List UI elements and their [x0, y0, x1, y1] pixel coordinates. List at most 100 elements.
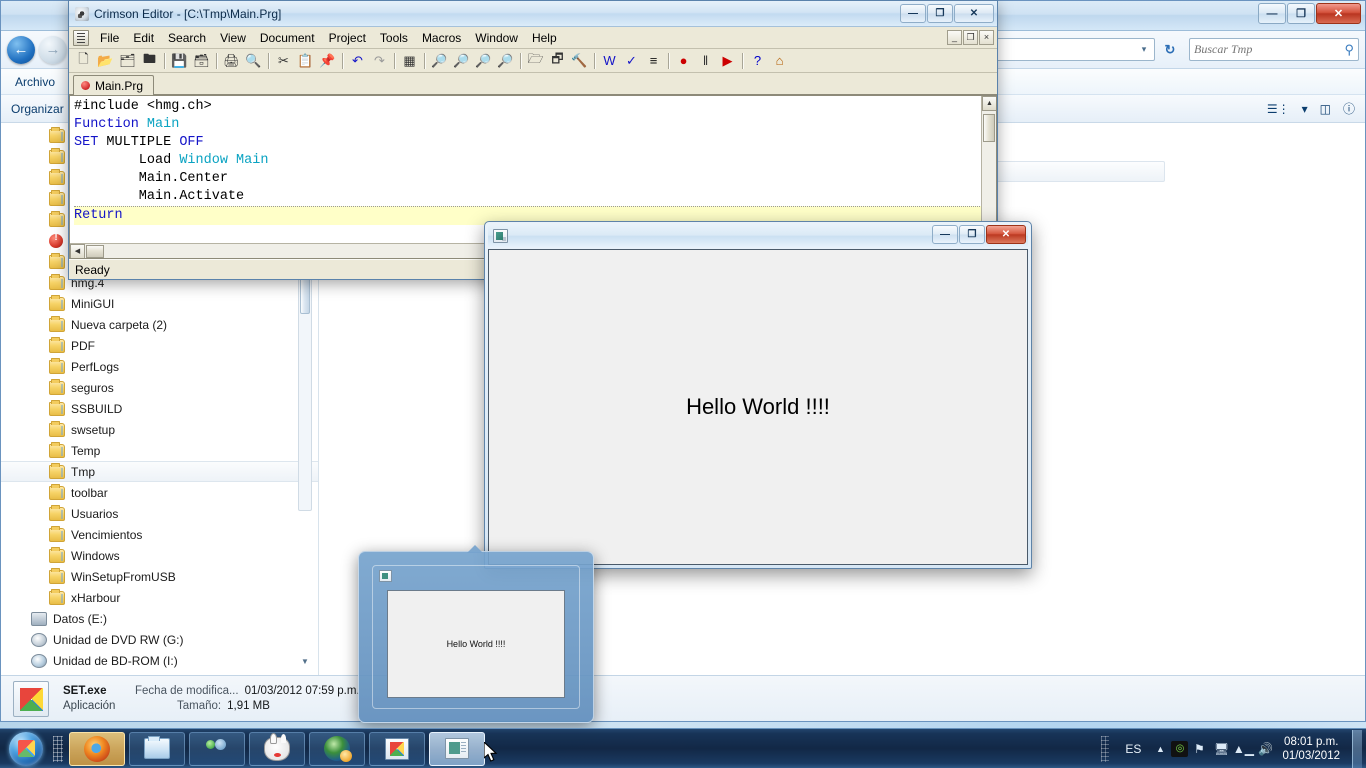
print-preview-icon[interactable]: 🔍	[243, 51, 264, 71]
taskbar-button-explorer[interactable]	[129, 731, 185, 766]
new-file-icon[interactable]: 🗋	[73, 51, 94, 71]
taskbar-grip[interactable]	[53, 735, 63, 762]
scroll-left-icon[interactable]: ◀	[70, 243, 85, 258]
crimson-close-button[interactable]: ✕	[954, 4, 994, 23]
scroll-up-icon[interactable]: ▲	[982, 96, 996, 111]
crimson-minimize-button[interactable]: —	[900, 4, 926, 23]
search-box[interactable]: ⚲	[1189, 38, 1359, 61]
taskbar-button-bunny[interactable]	[249, 731, 305, 766]
taskbar-button-messenger[interactable]	[189, 731, 245, 766]
taskbar-button-windows-app[interactable]	[369, 731, 425, 766]
hello-maximize-button[interactable]: ❐	[959, 225, 985, 244]
nav-item-seguros[interactable]: seguros	[1, 377, 318, 398]
nav-item-windows[interactable]: Windows	[1, 545, 318, 566]
project-copy-icon[interactable]: 🗗	[547, 51, 568, 71]
start-button[interactable]	[3, 730, 49, 768]
pause-macro-icon[interactable]: ‖	[695, 51, 716, 71]
clock[interactable]: 08:01 p.m. 01/03/2012	[1276, 735, 1350, 763]
taskbar-button-set-app[interactable]	[429, 731, 485, 766]
record-macro-icon[interactable]: ●	[673, 51, 694, 71]
nav-item-vencimientos[interactable]: Vencimientos	[1, 524, 318, 545]
hello-minimize-button[interactable]: —	[932, 225, 958, 244]
open-with-icon[interactable]: 🗂	[117, 51, 138, 71]
explorer-minimize-button[interactable]: —	[1258, 3, 1286, 24]
volume-icon[interactable]: 🔊	[1254, 738, 1276, 760]
taskbar-button-globe[interactable]	[309, 731, 365, 766]
nav-item-winsetupfromusb[interactable]: WinSetupFromUSB	[1, 566, 318, 587]
chevron-down-icon[interactable]: ▾	[1302, 102, 1308, 116]
find-prev-icon[interactable]: 🔎	[473, 51, 494, 71]
source-code[interactable]: #include <hmg.ch> Function Main SET MULTIP…	[70, 96, 996, 225]
crimson-menu-search[interactable]: Search	[161, 29, 213, 47]
explorer-close-button[interactable]: ✕	[1316, 3, 1361, 24]
close-file-icon[interactable]: 🖿	[139, 51, 160, 71]
crimson-menu-macros[interactable]: Macros	[415, 29, 468, 47]
taskbar-thumbnail-preview[interactable]: Hello World !!!!	[358, 545, 594, 723]
save-all-icon[interactable]: 🗃	[191, 51, 212, 71]
show-hidden-icons-icon[interactable]: ▲	[1149, 738, 1171, 760]
hello-close-button[interactable]: ✕	[986, 225, 1026, 244]
vscroll-thumb[interactable]	[983, 114, 995, 142]
menu-archivo[interactable]: Archivo	[15, 75, 55, 89]
crimson-maximize-button[interactable]: ❐	[927, 4, 953, 23]
nav-item-unidad-de-bd-rom-i[interactable]: Unidad de BD-ROM (I:)	[1, 650, 318, 671]
refresh-icon[interactable]: ↻	[1159, 42, 1181, 58]
crimson-menu-file[interactable]: File	[93, 29, 126, 47]
nav-item-toolbar[interactable]: toolbar	[1, 482, 318, 503]
undo-icon[interactable]: ↶	[347, 51, 368, 71]
nav-item-perflogs[interactable]: PerfLogs	[1, 356, 318, 377]
chevron-down-icon[interactable]: ▾	[1136, 44, 1152, 55]
crimson-menu-edit[interactable]: Edit	[126, 29, 161, 47]
nav-item-temp[interactable]: Temp	[1, 440, 318, 461]
mdi-minimize-button[interactable]: _	[947, 30, 962, 45]
play-macro-icon[interactable]: ▶	[717, 51, 738, 71]
open-folder-icon[interactable]: 📂	[95, 51, 116, 71]
replace-icon[interactable]: 🔎	[451, 51, 472, 71]
help-icon[interactable]: ?	[747, 51, 768, 71]
forward-icon[interactable]: →	[39, 35, 67, 64]
signal-icon[interactable]: ▲▁	[1232, 738, 1254, 760]
network-icon[interactable]: 🖥	[1210, 738, 1232, 760]
tray-language[interactable]: ES	[1117, 742, 1149, 756]
save-icon[interactable]: 💾	[169, 51, 190, 71]
word-wrap-icon[interactable]: W	[599, 51, 620, 71]
hscroll-thumb[interactable]	[86, 244, 104, 258]
flag-action-center-icon[interactable]: ⚑	[1188, 738, 1210, 760]
cut-icon[interactable]: ✂	[273, 51, 294, 71]
crimson-menu-tools[interactable]: Tools	[373, 29, 415, 47]
nav-item-xharbour[interactable]: xHarbour	[1, 587, 318, 608]
find-next-icon[interactable]: 🔎	[495, 51, 516, 71]
window-list-icon[interactable]: ▦	[399, 51, 420, 71]
line-numbers-icon[interactable]: ≡	[643, 51, 664, 71]
taskbar-button-firefox[interactable]	[69, 731, 125, 766]
views-icon[interactable]: ☰⋮	[1267, 102, 1290, 116]
nav-item-ssbuild[interactable]: SSBUILD	[1, 398, 318, 419]
nav-item-pdf[interactable]: PDF	[1, 335, 318, 356]
search-input[interactable]	[1194, 42, 1345, 57]
scroll-down-icon[interactable]: ▼	[298, 655, 312, 669]
redo-icon[interactable]: ↷	[369, 51, 390, 71]
find-icon[interactable]: 🔎	[429, 51, 450, 71]
nav-item-datos-e[interactable]: Datos (E:)	[1, 608, 318, 629]
crimson-menu-document[interactable]: Document	[253, 29, 322, 47]
print-icon[interactable]: 🖨	[221, 51, 242, 71]
hello-titlebar[interactable]: — ❐ ✕	[488, 225, 1028, 247]
mdi-close-button[interactable]: ×	[979, 30, 994, 45]
antivirus-icon[interactable]: ◎	[1171, 740, 1189, 757]
toolbar-organizar[interactable]: Organizar	[11, 102, 64, 116]
preview-pane-icon[interactable]: ◫	[1320, 102, 1331, 116]
crimson-menu-window[interactable]: Window	[468, 29, 525, 47]
copy-icon[interactable]: 📋	[295, 51, 316, 71]
nav-item-swsetup[interactable]: swsetup	[1, 419, 318, 440]
crimson-menu-view[interactable]: View	[213, 29, 253, 47]
mdi-restore-button[interactable]: ❐	[963, 30, 978, 45]
home-icon[interactable]: ⌂	[769, 51, 790, 71]
nav-item-nueva-carpeta-2[interactable]: Nueva carpeta (2)	[1, 314, 318, 335]
paste-icon[interactable]: 📌	[317, 51, 338, 71]
tab-main-prg[interactable]: Main.Prg	[73, 75, 155, 95]
help-icon[interactable]: ⓘ	[1343, 100, 1355, 117]
nav-item-unidad-de-dvd-rw-g[interactable]: Unidad de DVD RW (G:)	[1, 629, 318, 650]
back-icon[interactable]: ←	[7, 35, 35, 64]
show-desktop-button[interactable]	[1352, 729, 1362, 768]
crimson-menu-project[interactable]: Project	[322, 29, 373, 47]
